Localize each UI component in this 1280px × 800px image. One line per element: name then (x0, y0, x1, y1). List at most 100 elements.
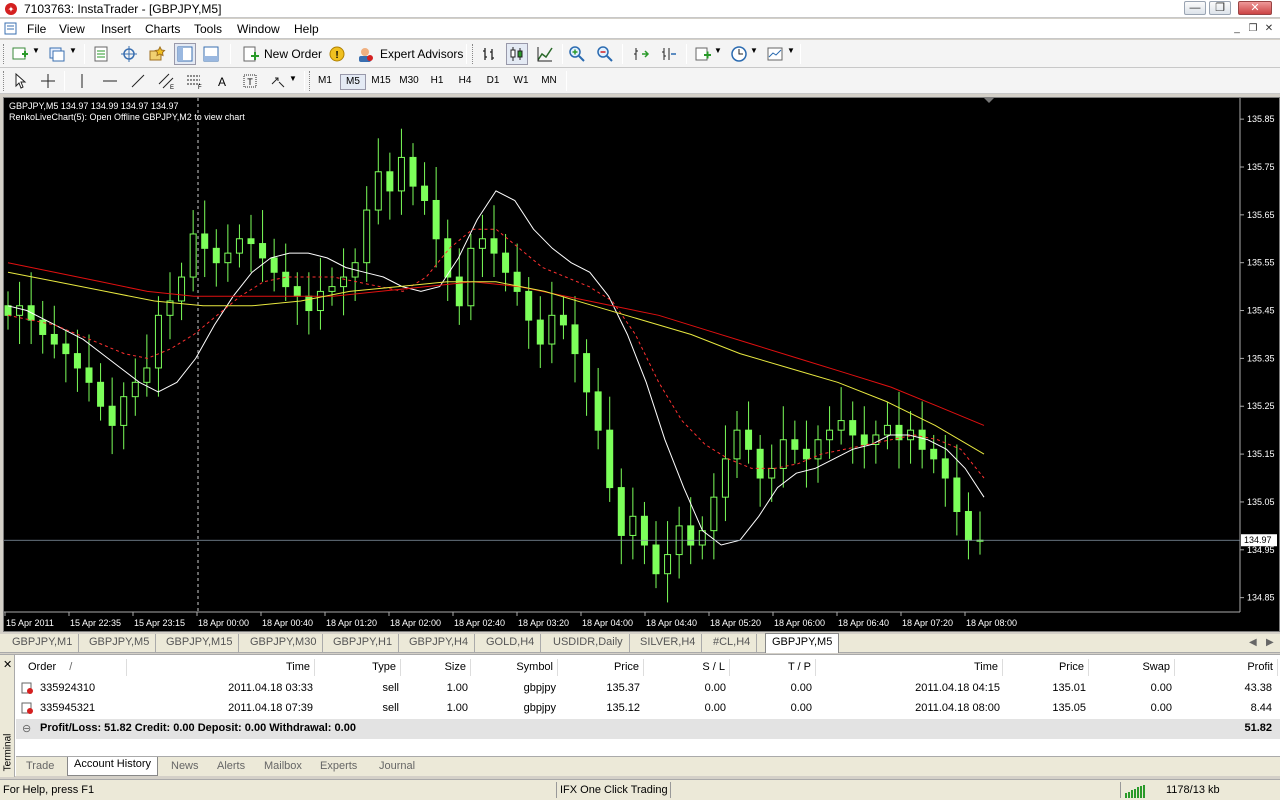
chart-tab-usdidr-daily[interactable]: USDIDR,Daily (547, 634, 630, 652)
table-row[interactable]: 335945321 2011.04.18 07:39 sell 1.00 gbp… (16, 699, 1280, 719)
maximize-button[interactable]: ❐ (1209, 1, 1231, 15)
crosshair-navigator-icon[interactable] (118, 43, 140, 65)
tab-journal[interactable]: Journal (373, 759, 421, 776)
tabs-scroll-left-icon[interactable]: ◀ (1249, 637, 1257, 648)
column-order[interactable]: Order / (24, 659, 127, 676)
mdi-restore-icon[interactable]: ❐ (1246, 22, 1260, 35)
minimize-button[interactable]: — (1184, 1, 1206, 15)
new-chart-icon[interactable] (9, 43, 31, 65)
connection-bars-icon[interactable] (1124, 784, 1148, 798)
mdi-minimize-icon[interactable]: _ (1230, 22, 1244, 35)
line-chart-icon[interactable] (534, 43, 556, 65)
zoom-in-icon[interactable] (566, 43, 588, 65)
menu-file[interactable]: File (27, 22, 46, 36)
toolbar-grip[interactable] (3, 71, 6, 91)
column-close-time[interactable]: Time (817, 659, 1003, 676)
dropdown-arrow-icon[interactable]: ▼ (32, 46, 40, 55)
price-chart[interactable]: 135.85 135.75 135.65 135.55 135.45 135.35 135.… (4, 98, 1279, 631)
column-type[interactable]: Type (316, 659, 401, 676)
templates-icon[interactable] (764, 43, 786, 65)
equidistant-channel-icon[interactable]: E (155, 70, 177, 92)
timeframe-w1[interactable]: W1 (508, 74, 534, 88)
menu-charts[interactable]: Charts (145, 22, 180, 36)
zoom-out-icon[interactable] (594, 43, 616, 65)
column-open-price[interactable]: Price (559, 659, 644, 676)
chart-tab-gold-h4[interactable]: GOLD,H4 (480, 634, 542, 652)
arrows-icon[interactable] (267, 70, 289, 92)
cursor-icon[interactable] (9, 70, 31, 92)
menu-insert[interactable]: Insert (101, 22, 131, 36)
new-order-icon[interactable] (240, 43, 262, 65)
toolbar-grip[interactable] (3, 44, 6, 64)
new-order-button[interactable]: New Order (264, 47, 322, 61)
tab-experts[interactable]: Experts (314, 759, 363, 776)
timeframe-m15[interactable]: M15 (368, 74, 394, 88)
column-tp[interactable]: T / P (731, 659, 816, 676)
tabs-scroll-right-icon[interactable]: ▶ (1266, 637, 1274, 648)
menu-view[interactable]: View (59, 22, 85, 36)
fibonacci-icon[interactable]: F (183, 70, 205, 92)
dropdown-arrow-icon[interactable]: ▼ (750, 46, 758, 55)
chart-window[interactable]: 135.85 135.75 135.65 135.55 135.45 135.35 135.… (3, 97, 1280, 632)
chart-tab-gbpjpy-m15[interactable]: GBPJPY,M15 (160, 634, 240, 652)
terminal-toggle-icon[interactable] (174, 43, 196, 65)
chart-tab-gbpjpy-h1[interactable]: GBPJPY,H1 (327, 634, 400, 652)
chart-tab-gbpjpy-h4[interactable]: GBPJPY,H4 (403, 634, 476, 652)
mdi-close-icon[interactable]: ✕ (1262, 22, 1276, 35)
text-label-icon[interactable]: T (239, 70, 261, 92)
chart-tab-gbpjpy-m1[interactable]: GBPJPY,M1 (6, 634, 80, 652)
bar-chart-icon[interactable] (478, 43, 500, 65)
column-profit[interactable]: Profit (1176, 659, 1278, 676)
tab-mailbox[interactable]: Mailbox (258, 759, 308, 776)
vertical-line-icon[interactable] (71, 70, 93, 92)
chart-tab-cl-h4[interactable]: #CL,H4 (707, 634, 758, 652)
horizontal-line-icon[interactable] (99, 70, 121, 92)
tester-icon[interactable] (200, 43, 222, 65)
auto-scroll-icon[interactable] (630, 43, 652, 65)
chart-tab-gbpjpy-m5[interactable]: GBPJPY,M5 (83, 634, 157, 652)
menu-window[interactable]: Window (237, 22, 280, 36)
dropdown-arrow-icon[interactable]: ▼ (69, 46, 77, 55)
timeframe-m30[interactable]: M30 (396, 74, 422, 88)
tab-news[interactable]: News (165, 759, 205, 776)
dropdown-arrow-icon[interactable]: ▼ (787, 46, 795, 55)
close-button[interactable]: ✕ (1238, 1, 1272, 15)
expert-advisors-button[interactable]: Expert Advisors (380, 47, 463, 61)
dropdown-arrow-icon[interactable]: ▼ (714, 46, 722, 55)
timeframe-h1[interactable]: H1 (424, 74, 450, 88)
trendline-icon[interactable] (127, 70, 149, 92)
crosshair-icon[interactable] (37, 70, 59, 92)
menu-tools[interactable]: Tools (194, 22, 222, 36)
text-icon[interactable]: A (211, 70, 233, 92)
tab-account-history[interactable]: Account History (67, 757, 159, 776)
periodicity-clock-icon[interactable] (728, 43, 750, 65)
alert-icon[interactable]: ! (326, 43, 348, 65)
tab-trade[interactable]: Trade (20, 759, 60, 776)
column-size[interactable]: Size (402, 659, 471, 676)
chart-tab-gbpjpy-m30[interactable]: GBPJPY,M30 (244, 634, 324, 652)
column-symbol[interactable]: Symbol (472, 659, 558, 676)
chart-shift-icon[interactable] (658, 43, 680, 65)
status-mode[interactable]: IFX One Click Trading (560, 784, 668, 796)
timeframe-m5[interactable]: M5 (340, 74, 366, 90)
summary-collapse-icon[interactable]: ⊖ (22, 722, 31, 735)
column-sl[interactable]: S / L (645, 659, 730, 676)
candlestick-chart-icon[interactable] (506, 43, 528, 65)
favorites-icon[interactable] (146, 43, 168, 65)
column-open-time[interactable]: Time (128, 659, 315, 676)
timeframe-mn[interactable]: MN (536, 74, 562, 88)
terminal-close-icon[interactable]: ✕ (3, 658, 12, 671)
column-swap[interactable]: Swap (1090, 659, 1175, 676)
tab-alerts[interactable]: Alerts (211, 759, 251, 776)
table-row[interactable]: 335924310 2011.04.18 03:33 sell 1.00 gbp… (16, 679, 1280, 699)
profiles-icon[interactable] (46, 43, 68, 65)
column-close-price[interactable]: Price (1004, 659, 1089, 676)
timeframe-m1[interactable]: M1 (312, 74, 338, 88)
market-watch-icon[interactable] (90, 43, 112, 65)
chart-tab-gbpjpy-m5-active[interactable]: GBPJPY,M5 (765, 633, 840, 653)
expert-advisors-icon[interactable] (354, 43, 376, 65)
chart-tab-silver-h4[interactable]: SILVER,H4 (634, 634, 703, 652)
dropdown-arrow-icon[interactable]: ▼ (289, 74, 297, 83)
menu-help[interactable]: Help (294, 22, 319, 36)
timeframe-d1[interactable]: D1 (480, 74, 506, 88)
